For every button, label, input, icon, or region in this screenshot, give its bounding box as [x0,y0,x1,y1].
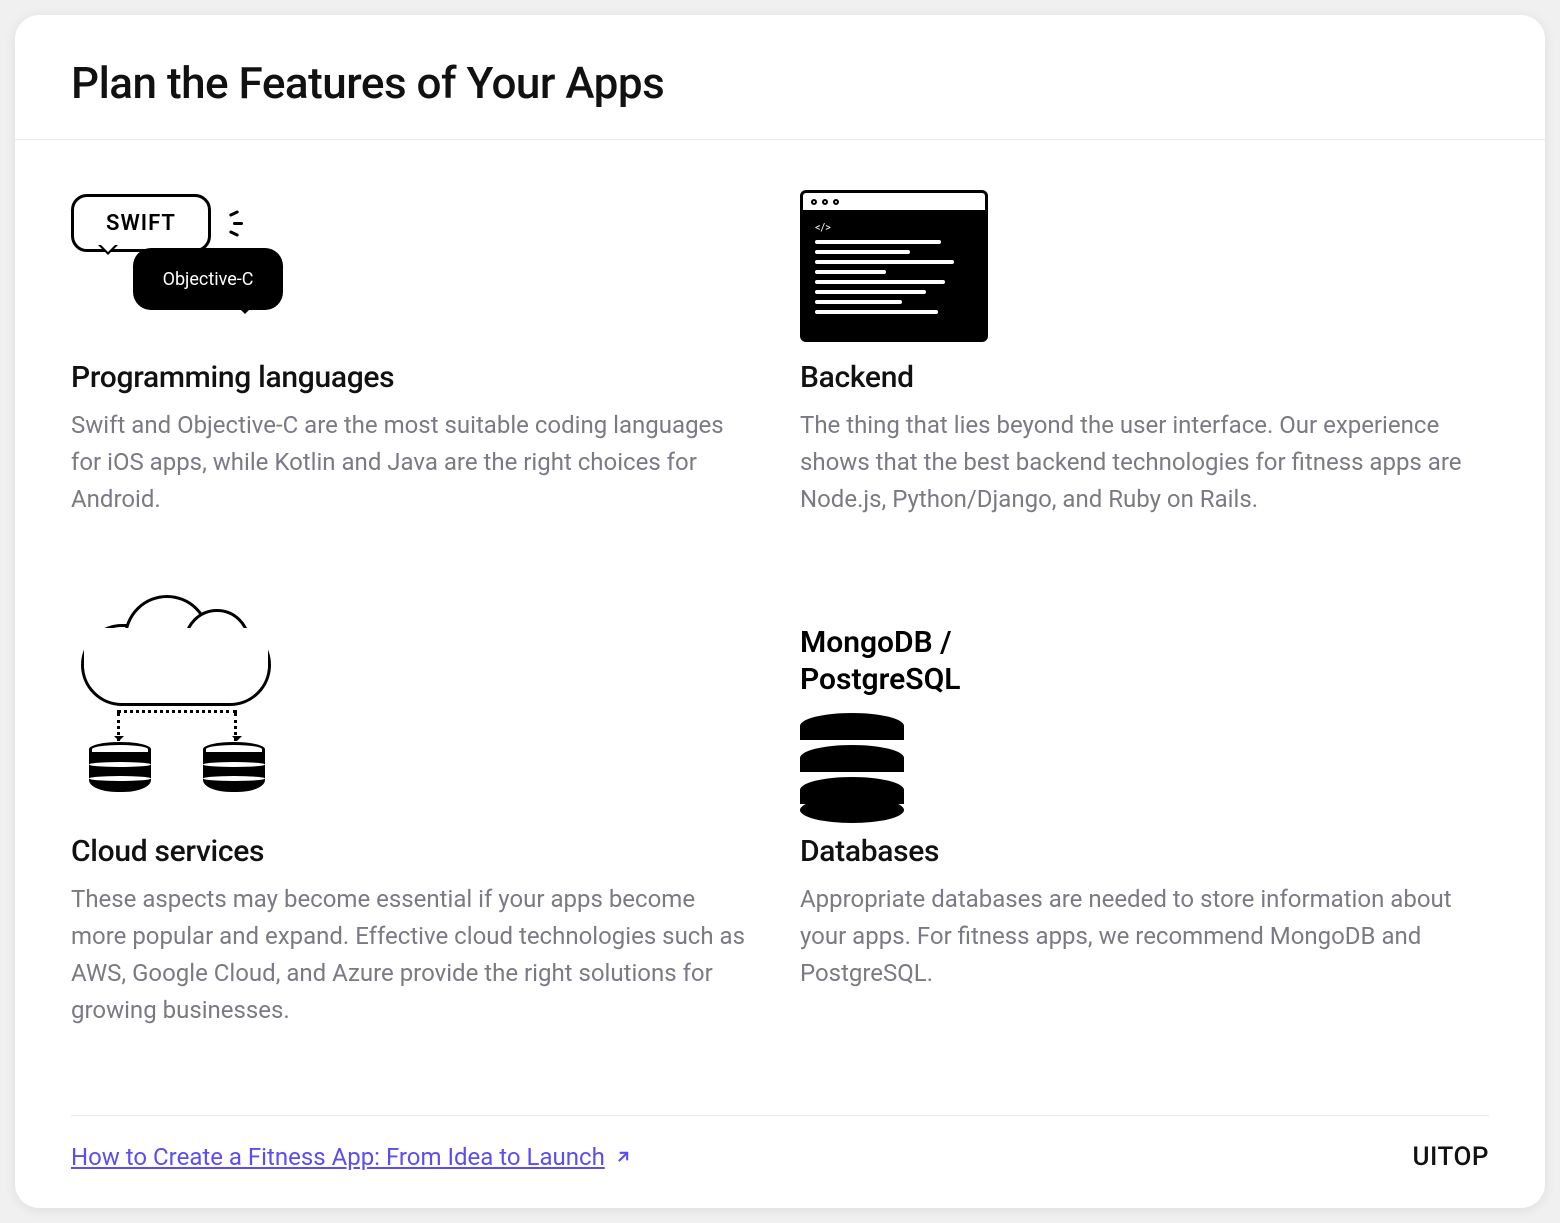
database-icon: MongoDB /PostgreSQL [800,624,1489,834]
db-icon-label: MongoDB /PostgreSQL [800,624,960,699]
header: Plan the Features of Your Apps [15,15,1545,140]
feature-title: Databases [800,834,1489,869]
feature-databases: MongoDB /PostgreSQL Databases Appropriat… [800,624,1489,1075]
feature-backend: </> Backend The thing that lies beyond t… [800,190,1489,564]
footer: How to Create a Fitness App: From Idea t… [71,1115,1489,1208]
feature-programming: SWIFT Objective-C Programming languages … [71,190,760,564]
bubble-swift: SWIFT [71,194,211,252]
feature-title: Backend [800,360,1489,395]
cloud-db-icon [71,624,760,834]
brand: UITOP [1412,1142,1489,1172]
source-link[interactable]: How to Create a Fitness App: From Idea t… [71,1143,633,1171]
feature-desc: Swift and Objective-C are the most suita… [71,407,751,519]
code-window-icon: </> [800,190,1489,360]
emphasis-lines-icon [221,212,247,238]
speech-bubbles-icon: SWIFT Objective-C [71,190,760,360]
feature-desc: The thing that lies beyond the user inte… [800,407,1480,519]
bubble-objc: Objective-C [133,248,283,310]
external-link-icon [613,1147,633,1167]
features-grid: SWIFT Objective-C Programming languages … [15,140,1545,1075]
card: Plan the Features of Your Apps SWIFT Obj… [15,15,1545,1208]
page-title: Plan the Features of Your Apps [71,57,1489,109]
feature-desc: These aspects may become essential if yo… [71,881,751,1030]
feature-desc: Appropriate databases are needed to stor… [800,881,1480,993]
feature-title: Programming languages [71,360,760,395]
feature-title: Cloud services [71,834,760,869]
feature-cloud: Cloud services These aspects may become … [71,624,760,1075]
link-text: How to Create a Fitness App: From Idea t… [71,1143,605,1171]
code-tag: </> [815,221,973,234]
